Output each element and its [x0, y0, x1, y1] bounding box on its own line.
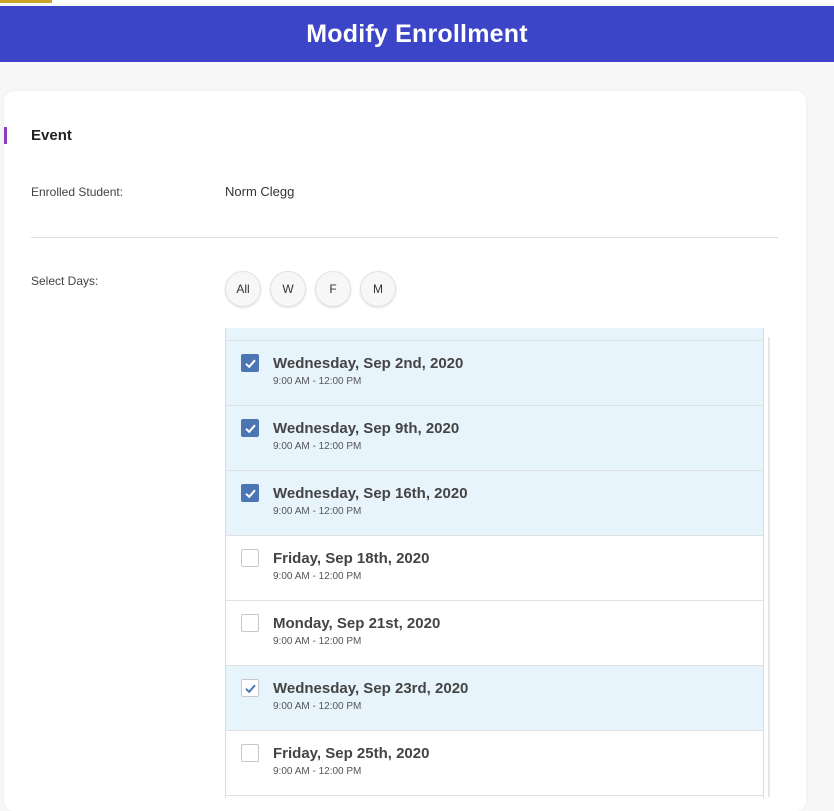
- top-accent-strip: [0, 0, 834, 4]
- session-row[interactable]: Wednesday, Sep 9th, 2020 9:00 AM - 12:00…: [226, 406, 763, 471]
- session-date: Wednesday, Sep 23rd, 2020: [273, 680, 469, 697]
- check-icon: [244, 424, 256, 433]
- section-title-event: Event: [31, 127, 72, 144]
- session-date: Friday, Sep 18th, 2020: [273, 550, 430, 567]
- session-time: 9:00 AM - 12:00 PM: [273, 506, 362, 517]
- session-row[interactable]: Wednesday, Sep 23rd, 2020 9:00 AM - 12:0…: [226, 666, 763, 731]
- session-time: 9:00 AM - 12:00 PM: [273, 571, 362, 582]
- session-date: Wednesday, Sep 16th, 2020: [273, 485, 468, 502]
- list-scrollbar[interactable]: [768, 337, 770, 797]
- session-checkbox[interactable]: [241, 549, 259, 567]
- session-time: 9:00 AM - 12:00 PM: [273, 636, 362, 647]
- day-filter-group: All W F M: [225, 271, 396, 307]
- enrolled-student-label: Enrolled Student:: [31, 185, 124, 199]
- session-checkbox[interactable]: [241, 484, 259, 502]
- session-time: 9:00 AM - 12:00 PM: [273, 441, 362, 452]
- list-top-partial-row: [226, 328, 763, 341]
- check-icon: [244, 684, 256, 693]
- session-row[interactable]: Wednesday, Sep 2nd, 2020 9:00 AM - 12:00…: [226, 341, 763, 406]
- session-row[interactable]: Friday, Sep 18th, 2020 9:00 AM - 12:00 P…: [226, 536, 763, 601]
- session-date: Wednesday, Sep 2nd, 2020: [273, 355, 464, 372]
- session-date: Wednesday, Sep 9th, 2020: [273, 420, 460, 437]
- session-checkbox[interactable]: [241, 679, 259, 697]
- session-date: Friday, Sep 25th, 2020: [273, 745, 430, 762]
- session-time: 9:00 AM - 12:00 PM: [273, 766, 362, 777]
- brand-accent: [0, 0, 52, 3]
- day-filter-monday[interactable]: M: [360, 271, 396, 307]
- check-icon: [244, 489, 256, 498]
- session-row[interactable]: Monday, Sep 21st, 2020 9:00 AM - 12:00 P…: [226, 601, 763, 666]
- session-row[interactable]: Friday, Sep 25th, 2020 9:00 AM - 12:00 P…: [226, 731, 763, 796]
- session-list[interactable]: Wednesday, Sep 2nd, 2020 9:00 AM - 12:00…: [225, 328, 764, 798]
- session-row[interactable]: Wednesday, Sep 16th, 2020 9:00 AM - 12:0…: [226, 471, 763, 536]
- day-filter-all[interactable]: All: [225, 271, 261, 307]
- session-checkbox[interactable]: [241, 354, 259, 372]
- day-filter-friday[interactable]: F: [315, 271, 351, 307]
- session-checkbox[interactable]: [241, 614, 259, 632]
- check-icon: [244, 359, 256, 368]
- section-accent-bar: [4, 127, 7, 144]
- enrolled-student-value: Norm Clegg: [225, 184, 295, 199]
- section-divider: [31, 237, 778, 238]
- day-filter-wednesday[interactable]: W: [270, 271, 306, 307]
- select-days-label: Select Days:: [31, 274, 99, 288]
- enrollment-card: Event Enrolled Student: Norm Clegg Selec…: [4, 91, 806, 811]
- page-header: Modify Enrollment: [0, 6, 834, 62]
- session-checkbox[interactable]: [241, 419, 259, 437]
- page-title: Modify Enrollment: [306, 19, 528, 48]
- session-checkbox[interactable]: [241, 744, 259, 762]
- session-time: 9:00 AM - 12:00 PM: [273, 701, 362, 712]
- session-time: 9:00 AM - 12:00 PM: [273, 376, 362, 387]
- session-date: Monday, Sep 21st, 2020: [273, 615, 441, 632]
